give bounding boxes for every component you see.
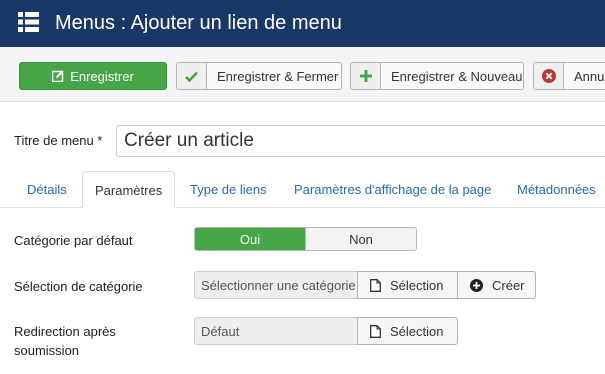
tab-details[interactable]: Détails [27, 182, 67, 197]
tab-parametres[interactable]: Paramètres [82, 171, 176, 208]
close-icon-box [534, 63, 564, 89]
save-close-label: Enregistrer & Fermer [217, 68, 339, 84]
check-icon-box [177, 63, 207, 89]
list-icon [18, 12, 39, 32]
tab-bar: Détails Paramètres Type de liens Paramèt… [0, 171, 605, 208]
category-select-label: Sélection [390, 277, 444, 293]
page-title: Menus : Ajouter un lien de menu [55, 12, 342, 34]
file-icon [370, 278, 381, 292]
check-icon [185, 71, 198, 82]
file-icon [370, 324, 381, 338]
category-create-button[interactable]: Créer [457, 271, 536, 299]
menu-title-input[interactable] [116, 125, 605, 157]
save-new-button[interactable]: Enregistrer & Nouveau [350, 62, 524, 90]
toggle-no[interactable]: Non [305, 228, 416, 250]
category-field: Sélectionner une catégorie [194, 271, 358, 299]
save-button-label: Enregistrer [70, 68, 134, 84]
cancel-button[interactable]: Annuler [533, 62, 605, 90]
redirect-label-line1: Redirection après [14, 324, 116, 339]
redirect-select-button[interactable]: Sélection [357, 317, 458, 345]
toolbar: Enregistrer Enregistrer & Fermer Enregis… [0, 47, 605, 102]
edit-icon [52, 70, 64, 82]
redirect-field: Défaut [194, 317, 358, 345]
close-circle-icon [541, 69, 556, 83]
default-category-toggle[interactable]: Oui Non [194, 227, 417, 251]
tab-type-de-liens[interactable]: Type de liens [190, 182, 267, 197]
tab-metadonnees[interactable]: Métadonnées [517, 182, 596, 197]
redirect-select-label: Sélection [390, 323, 444, 339]
menu-title-label: Titre de menu * [14, 133, 103, 148]
tab-affichage-page[interactable]: Paramètres d'affichage de la page [294, 182, 491, 197]
redirect-label: Redirection après soumission [14, 322, 116, 360]
toggle-yes[interactable]: Oui [195, 228, 305, 250]
save-button[interactable]: Enregistrer [19, 62, 167, 90]
plus-icon-box [351, 63, 381, 89]
category-select-button[interactable]: Sélection [357, 271, 458, 299]
category-selection-label: Sélection de catégorie [14, 279, 143, 294]
save-new-label: Enregistrer & Nouveau [391, 68, 523, 84]
default-category-label: Catégorie par défaut [14, 233, 133, 248]
plus-circle-icon [470, 278, 483, 292]
plus-icon [359, 70, 372, 82]
cancel-label: Annuler [574, 68, 605, 84]
redirect-label-line2: soumission [14, 343, 80, 358]
save-close-button[interactable]: Enregistrer & Fermer [176, 62, 342, 90]
page-header: Menus : Ajouter un lien de menu [0, 0, 605, 47]
category-create-label: Créer [492, 277, 525, 293]
